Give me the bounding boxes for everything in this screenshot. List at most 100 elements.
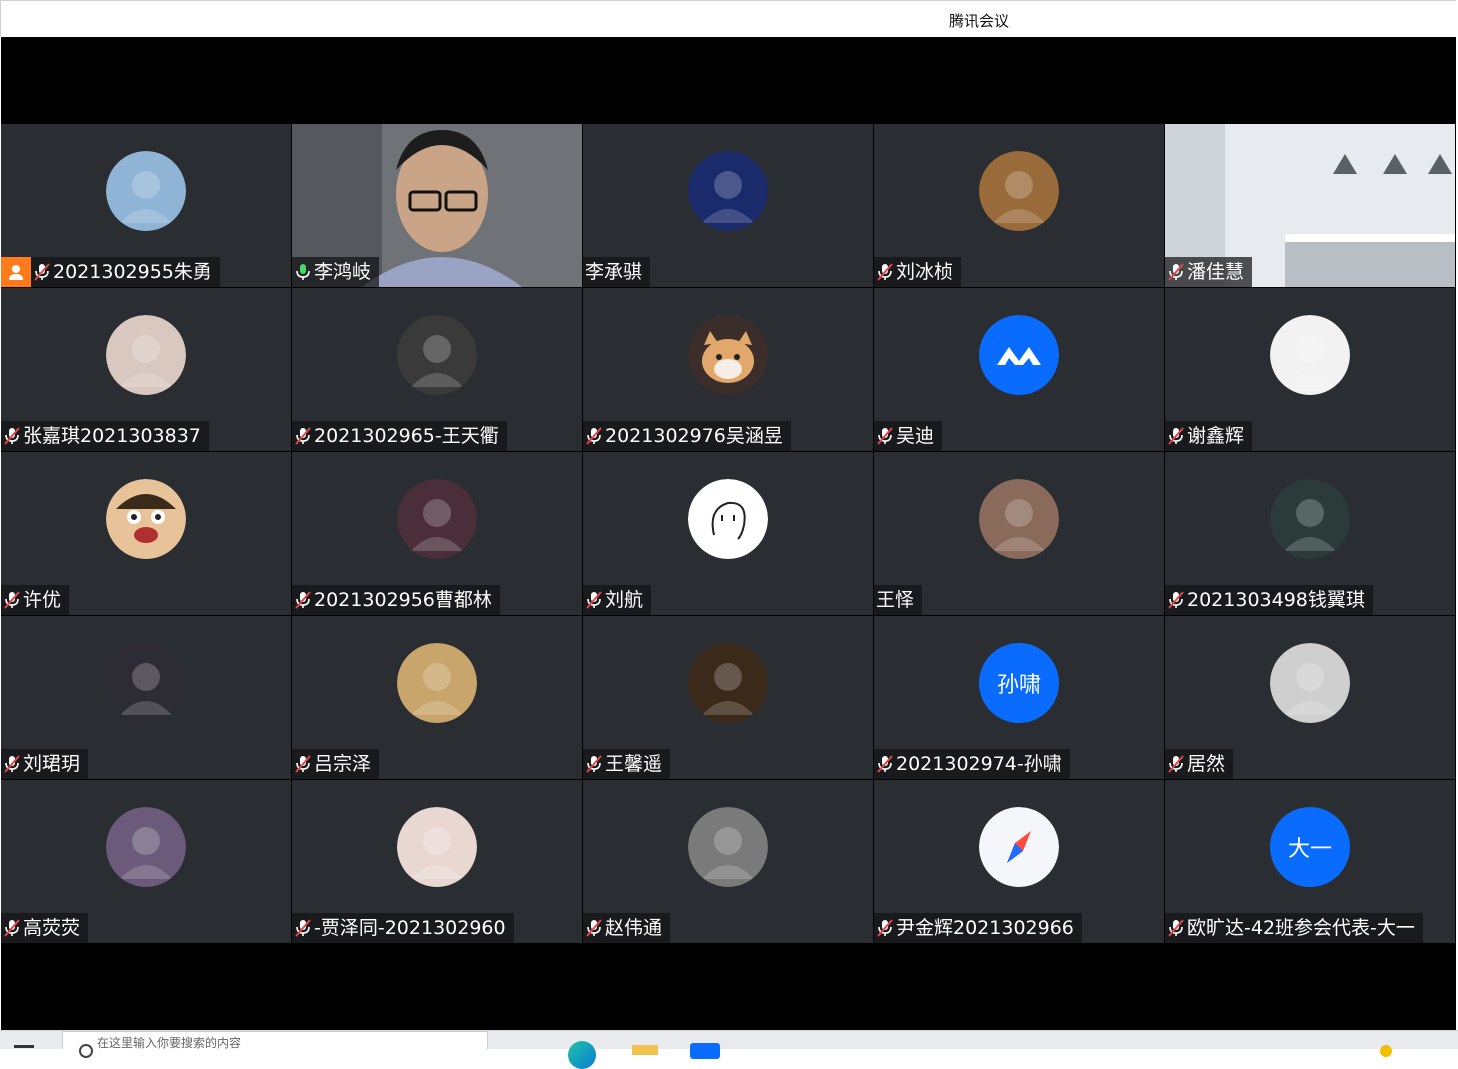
participant-tile[interactable]: 尹金辉2021302966 xyxy=(874,780,1164,943)
participant-tile[interactable]: 吴迪 xyxy=(874,288,1164,451)
mirror-selfie-avatar xyxy=(979,479,1059,559)
text-avatar: 孙啸 xyxy=(979,643,1059,723)
participant-namebar: 欧旷达-42班参会代表-大一 xyxy=(1165,913,1423,943)
participant-tile[interactable]: 2021302955朱勇 xyxy=(1,124,291,287)
file-explorer-icon[interactable] xyxy=(632,1033,658,1055)
participant-namebar: 居然 xyxy=(1165,749,1234,779)
participant-name: 2021302976吴涵昱 xyxy=(605,425,783,447)
participant-tile[interactable]: 吕宗泽 xyxy=(292,616,582,779)
participant-name: 尹金辉2021302966 xyxy=(896,917,1074,939)
participant-name: -贾泽同-2021302960 xyxy=(314,917,506,939)
muted-mic-icon xyxy=(3,426,21,446)
doodle-face-avatar xyxy=(688,479,768,559)
participant-name: 王怿 xyxy=(876,589,915,611)
search-icon xyxy=(79,1044,93,1058)
title-bar[interactable]: 腾讯会议 xyxy=(0,0,1457,37)
participant-tile[interactable]: 刘冰桢 xyxy=(874,124,1164,287)
participant-tile[interactable]: 2021303498钱翼琪 xyxy=(1165,452,1455,615)
manga-sketch-avatar xyxy=(1270,315,1350,395)
host-badge-icon xyxy=(1,257,31,287)
participant-name: 许优 xyxy=(23,589,62,611)
muted-mic-icon xyxy=(294,918,312,938)
participant-name: 王馨遥 xyxy=(605,753,663,775)
muted-mic-icon xyxy=(33,262,51,282)
muted-mic-icon xyxy=(876,918,894,938)
muted-mic-icon xyxy=(3,754,21,774)
participant-name: 李承骐 xyxy=(585,261,643,283)
muscle-character-avatar xyxy=(979,151,1059,231)
participant-name: 刘航 xyxy=(605,589,644,611)
participant-namebar: 尹金辉2021302966 xyxy=(874,913,1082,943)
participant-name: 2021302956曹都林 xyxy=(314,589,492,611)
portrait-bw-avatar xyxy=(1270,643,1350,723)
participant-namebar: 刘航 xyxy=(583,585,652,615)
participant-name: 2021302955朱勇 xyxy=(53,261,212,283)
muted-mic-icon xyxy=(294,754,312,774)
participant-namebar: 高荧荧 xyxy=(1,913,89,943)
participant-tile[interactable]: 潘佳慧 xyxy=(1165,124,1455,287)
participant-name: 张嘉琪2021303837 xyxy=(23,425,201,447)
masked-person-avatar xyxy=(397,643,477,723)
participant-name: 2021302974-孙啸 xyxy=(896,753,1062,775)
muted-mic-icon xyxy=(585,918,603,938)
muted-mic-icon xyxy=(1167,426,1185,446)
participant-tile[interactable]: 2021302976吴涵昱 xyxy=(583,288,873,451)
participant-tile[interactable]: 李承骐 xyxy=(583,124,873,287)
participant-tile[interactable]: 张嘉琪2021303837 xyxy=(1,288,291,451)
participant-name: 高荧荧 xyxy=(23,917,81,939)
participant-tile[interactable]: 谢鑫辉 xyxy=(1165,288,1455,451)
bottom-black-area xyxy=(1,944,1456,1030)
participant-namebar: 2021302976吴涵昱 xyxy=(583,421,791,451)
participant-namebar: 张嘉琪2021303837 xyxy=(1,421,209,451)
participant-tile[interactable]: 赵伟通 xyxy=(583,780,873,943)
participant-tile[interactable]: 王怿 xyxy=(874,452,1164,615)
participant-name: 吴迪 xyxy=(896,425,935,447)
muted-mic-icon xyxy=(1167,590,1185,610)
participant-name: 赵伟通 xyxy=(605,917,663,939)
muted-mic-icon xyxy=(585,590,603,610)
participant-tile[interactable]: -贾泽同-2021302960 xyxy=(292,780,582,943)
participant-name: 2021303498钱翼琪 xyxy=(1187,589,1365,611)
tray-notification-icon[interactable] xyxy=(1380,1033,1392,1057)
tencent-meeting-taskbar-icon[interactable] xyxy=(690,1033,720,1059)
participant-tile[interactable]: 高荧荧 xyxy=(1,780,291,943)
start-button[interactable] xyxy=(14,1033,42,1049)
participant-name: 刘珺玥 xyxy=(23,753,81,775)
window-title: 腾讯会议 xyxy=(948,12,1009,30)
anime-boy-avatar xyxy=(106,151,186,231)
participant-name: 刘冰桢 xyxy=(896,261,954,283)
dark-anime-avatar xyxy=(1270,479,1350,559)
participant-tile[interactable]: 2021302965-王天衢 xyxy=(292,288,582,451)
edge-browser-icon[interactable] xyxy=(568,1033,596,1069)
text-avatar: 大一 xyxy=(1270,807,1350,887)
cartoon-face-avatar xyxy=(106,479,186,559)
participant-tile[interactable]: 孙啸 2021302974-孙啸 xyxy=(874,616,1164,779)
muted-mic-icon xyxy=(294,590,312,610)
participant-tile[interactable]: 大一欧旷达-42班参会代表-大一 xyxy=(1165,780,1455,943)
participant-tile[interactable]: 刘航 xyxy=(583,452,873,615)
participant-tile[interactable]: 王馨遥 xyxy=(583,616,873,779)
participant-tile[interactable]: 刘珺玥 xyxy=(1,616,291,779)
boy-sketch-avatar xyxy=(397,807,477,887)
muted-mic-icon xyxy=(876,262,894,282)
participant-name: 欧旷达-42班参会代表-大一 xyxy=(1187,917,1415,939)
participant-tile[interactable]: 2021302956曹都林 xyxy=(292,452,582,615)
participant-namebar: 王馨遥 xyxy=(583,749,671,779)
muted-mic-icon xyxy=(3,590,21,610)
participant-namebar: 许优 xyxy=(1,585,70,615)
muted-mic-icon xyxy=(1167,918,1185,938)
sketch-girl-avatar xyxy=(106,315,186,395)
participant-name: 吕宗泽 xyxy=(314,753,372,775)
ink-portrait-avatar xyxy=(688,807,768,887)
muted-mic-icon xyxy=(585,426,603,446)
participant-namebar: 吴迪 xyxy=(874,421,943,451)
participant-tile[interactable]: 许优 xyxy=(1,452,291,615)
participant-tile[interactable]: 居然 xyxy=(1165,616,1455,779)
taskbar-search-input[interactable]: 在这里输入你要搜索的内容 xyxy=(62,1031,488,1058)
participant-namebar: -贾泽同-2021302960 xyxy=(292,913,514,943)
participant-tile[interactable]: 李鸿岐 xyxy=(292,124,582,287)
windows-taskbar: 在这里输入你要搜索的内容 xyxy=(0,1030,1458,1069)
fantasy-character-avatar xyxy=(106,807,186,887)
compass-avatar xyxy=(979,807,1059,887)
participant-name: 李鸿岐 xyxy=(314,261,372,283)
